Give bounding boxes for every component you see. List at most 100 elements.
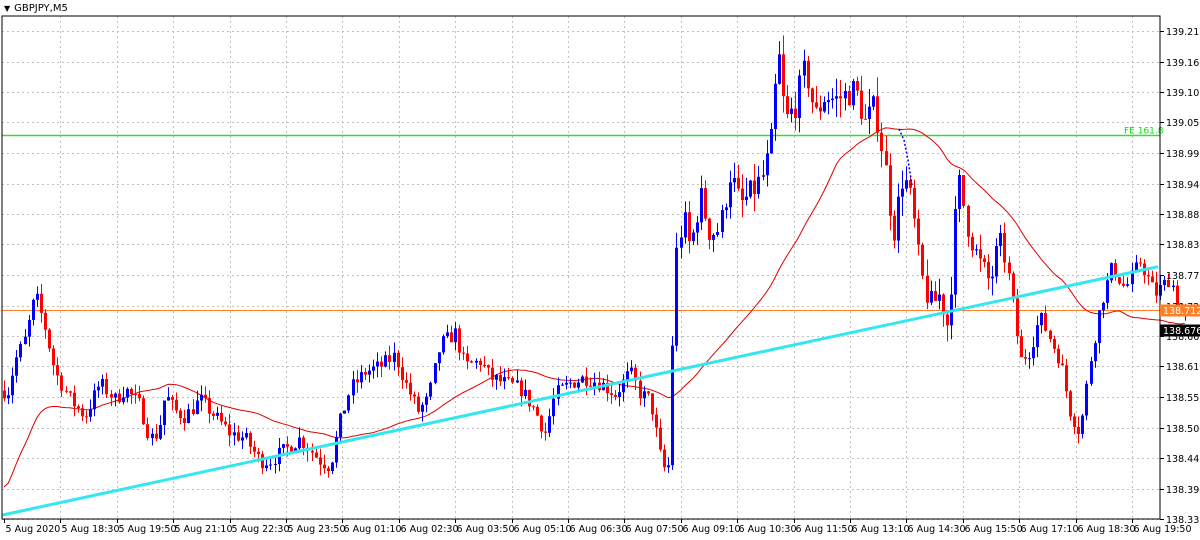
bear-candle-body: [1049, 330, 1052, 340]
bear-candle-body: [380, 361, 383, 367]
bear-candle-body: [85, 416, 88, 418]
bull-candle-body: [897, 196, 900, 241]
bear-candle-body: [807, 60, 810, 89]
bear-candle-body: [507, 377, 510, 379]
bull-candle-body: [1090, 361, 1093, 384]
bear-candle-body: [585, 376, 588, 386]
bull-candle-body: [93, 390, 96, 410]
bear-candle-body: [327, 468, 330, 472]
bull-candle-body: [954, 209, 957, 295]
bear-candle-body: [979, 249, 982, 259]
bear-candle-body: [962, 174, 965, 206]
bear-candle-body: [220, 412, 223, 422]
bull-candle-body: [868, 106, 871, 120]
bull-candle-body: [159, 425, 162, 439]
bull-candle-body: [643, 391, 646, 399]
bear-candle-body: [257, 451, 260, 455]
bull-candle-body: [233, 432, 236, 436]
bull-candle-body: [393, 352, 396, 362]
bull-candle-body: [725, 207, 728, 211]
bear-candle-body: [1003, 232, 1006, 263]
x-tick-label: 6 Aug 10:30: [739, 524, 797, 535]
bull-candle-body: [97, 386, 100, 391]
grid: [2, 16, 1160, 520]
bull-candle-body: [429, 382, 432, 397]
bear-candle-body: [458, 328, 461, 353]
bear-candle-body: [1057, 348, 1060, 364]
symbol-label[interactable]: ▼ GBPJPY,M5: [4, 3, 68, 14]
bull-candle-body: [721, 210, 724, 232]
x-tick-label: 6 Aug 19:50: [1134, 524, 1192, 535]
y-tick-label: 138.995: [1166, 149, 1200, 160]
bull-candle-body: [372, 366, 375, 371]
bull-candle-body: [626, 371, 629, 380]
bear-candle-body: [73, 392, 76, 407]
trendline[interactable]: [1, 128, 1159, 517]
bear-candle-body: [286, 444, 289, 447]
bear-candle-body: [540, 415, 543, 432]
bull-candle-body: [32, 299, 35, 320]
bear-candle-body: [81, 408, 84, 417]
bull-candle-body: [561, 384, 564, 386]
bull-candle-body: [712, 235, 715, 240]
bear-candle-body: [237, 432, 240, 441]
bull-candle-body: [831, 98, 834, 101]
bull-candle-body: [1032, 347, 1035, 359]
bull-candle-body: [1102, 302, 1105, 311]
bear-candle-body: [708, 218, 711, 240]
bear-candle-body: [1151, 276, 1154, 283]
bear-candle-body: [573, 382, 576, 388]
bear-candle-body: [60, 375, 63, 391]
bear-candle-body: [688, 212, 691, 242]
bear-candle-body: [69, 391, 72, 393]
x-tick-label: 6 Aug 11:50: [796, 524, 854, 535]
x-tick-label: 5 Aug 18:30: [62, 524, 120, 535]
bull-candle-body: [692, 232, 695, 242]
y-tick-label: 138.610: [1166, 362, 1200, 373]
bear-candle-body: [356, 379, 359, 383]
bull-candle-body: [475, 360, 478, 363]
bear-candle-body: [487, 365, 490, 368]
chart-window[interactable]: FE 161.8 139.215 139.160 139.105 139.050 138…: [0, 0, 1200, 540]
bear-candle-body: [413, 394, 416, 397]
bear-candle-body: [1020, 336, 1023, 358]
x-tick-label: 5 Aug 21:10: [175, 524, 233, 535]
bear-candle-body: [466, 353, 469, 362]
bull-candle-body: [548, 416, 551, 433]
bull-candle-body: [1028, 358, 1031, 360]
bear-candle-body: [110, 394, 113, 398]
trendline-line[interactable]: [1, 265, 1159, 517]
triangle-down-icon: ▼: [4, 4, 11, 13]
bear-candle-body: [1016, 297, 1019, 337]
bear-candle-body: [1077, 427, 1080, 434]
bear-candle-body: [155, 433, 158, 439]
x-tick-label: 6 Aug 17:10: [1021, 524, 1079, 535]
bear-candle-body: [589, 385, 592, 387]
bear-candle-body: [462, 352, 465, 354]
bull-candle-body: [114, 393, 117, 398]
bull-candle-body: [938, 294, 941, 301]
bull-candle-body: [352, 379, 355, 396]
bull-candle-body: [335, 436, 338, 463]
price-chart[interactable]: FE 161.8 139.215 139.160 139.105 139.050 138…: [0, 0, 1200, 540]
bull-candle-body: [101, 378, 104, 387]
bear-candle-body: [946, 314, 949, 326]
bear-candle-body: [479, 360, 482, 365]
bull-candle-body: [1094, 343, 1097, 362]
bear-candle-body: [511, 378, 514, 383]
bull-candle-body: [770, 128, 773, 154]
bull-candle-body: [1106, 280, 1109, 303]
y-tick-label: 138.830: [1166, 240, 1200, 251]
bear-candle-body: [311, 450, 314, 453]
bull-candle-body: [446, 332, 449, 337]
bear-candle-body: [130, 388, 133, 395]
bear-candle-body: [614, 395, 617, 397]
bull-candle-body: [343, 410, 346, 414]
moving-average: [3, 127, 1185, 488]
bear-candle-body: [786, 96, 789, 115]
bear-candle-body: [876, 96, 879, 133]
y-tick-label: 139.105: [1166, 88, 1200, 99]
bear-candle-body: [52, 348, 55, 366]
bear-candle-body: [204, 394, 207, 399]
bull-candle-body: [852, 81, 855, 106]
